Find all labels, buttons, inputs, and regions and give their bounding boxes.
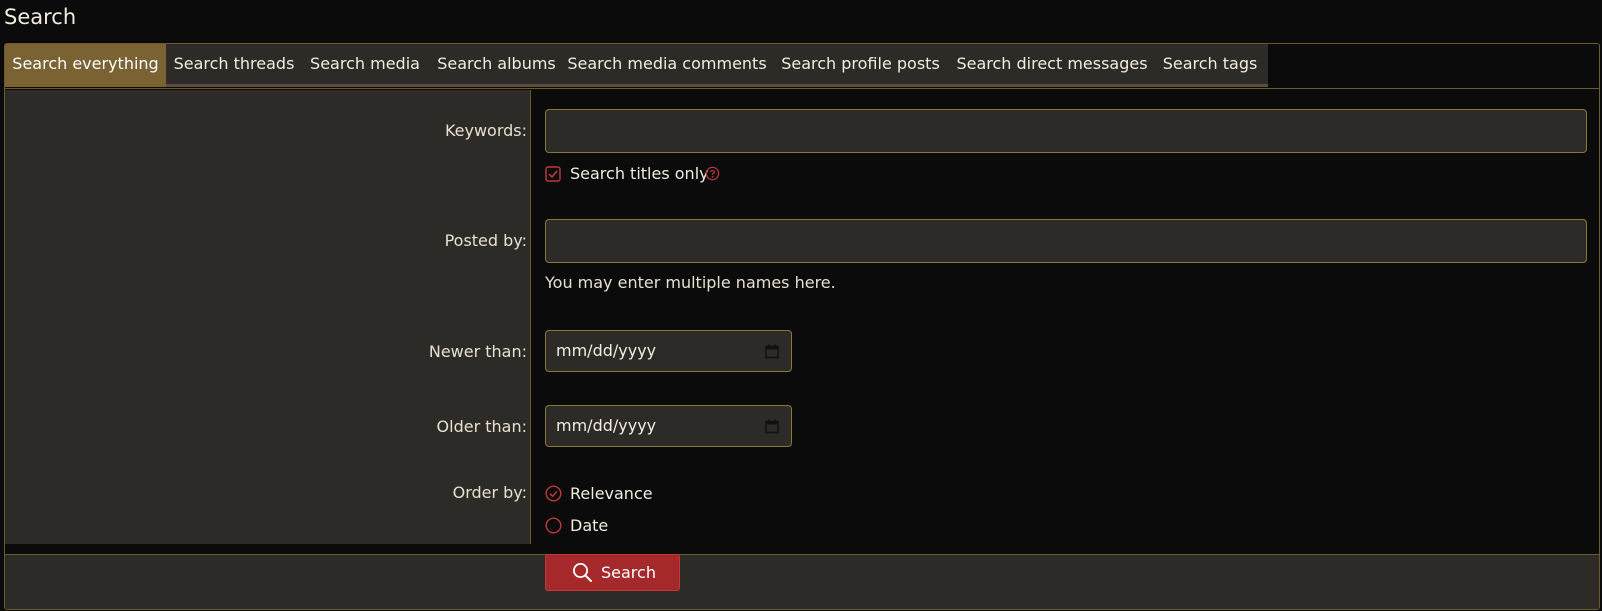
posted-by-label: Posted by: — [444, 231, 527, 250]
tab-search-media-comments[interactable]: Search media comments — [565, 44, 769, 87]
radio-selected-icon[interactable] — [545, 485, 562, 502]
search-tabs: Search everything Search threads Search … — [5, 44, 1599, 89]
tab-search-tags[interactable]: Search tags — [1152, 44, 1268, 87]
search-button-label: Search — [601, 563, 656, 582]
form-body — [5, 90, 1599, 544]
checkbox-checked-icon[interactable] — [545, 166, 561, 182]
form-footer — [5, 554, 1599, 609]
calendar-icon[interactable] — [765, 344, 779, 359]
older-than-label: Older than: — [436, 417, 527, 436]
question-circle-icon[interactable] — [705, 166, 720, 181]
posted-by-hint: You may enter multiple names here. — [545, 273, 836, 292]
tab-search-profile-posts[interactable]: Search profile posts — [769, 44, 952, 87]
order-date-label[interactable]: Date — [570, 516, 608, 535]
label-column — [5, 90, 531, 544]
order-relevance-label[interactable]: Relevance — [570, 484, 653, 503]
older-than-date-value: mm/dd/yyyy — [556, 416, 657, 435]
tab-search-media[interactable]: Search media — [302, 44, 428, 87]
newer-than-label: Newer than: — [428, 342, 527, 361]
page-title: Search — [4, 5, 77, 29]
older-than-date-input[interactable]: mm/dd/yyyy — [545, 405, 792, 447]
tab-search-everything[interactable]: Search everything — [5, 44, 166, 87]
newer-than-date-input[interactable]: mm/dd/yyyy — [545, 330, 792, 372]
calendar-icon[interactable] — [765, 419, 779, 434]
radio-unselected-icon[interactable] — [545, 517, 562, 534]
tab-search-albums[interactable]: Search albums — [428, 44, 565, 87]
search-icon — [573, 563, 592, 582]
keywords-input[interactable] — [545, 109, 1587, 153]
titles-only-label[interactable]: Search titles only — [570, 164, 709, 183]
tab-search-direct-messages[interactable]: Search direct messages — [952, 44, 1152, 87]
order-by-label: Order by: — [452, 483, 527, 502]
posted-by-input[interactable] — [545, 219, 1587, 263]
newer-than-date-value: mm/dd/yyyy — [556, 341, 657, 360]
search-button[interactable]: Search — [545, 554, 680, 591]
keywords-label: Keywords: — [444, 121, 527, 140]
tab-search-threads[interactable]: Search threads — [166, 44, 302, 87]
